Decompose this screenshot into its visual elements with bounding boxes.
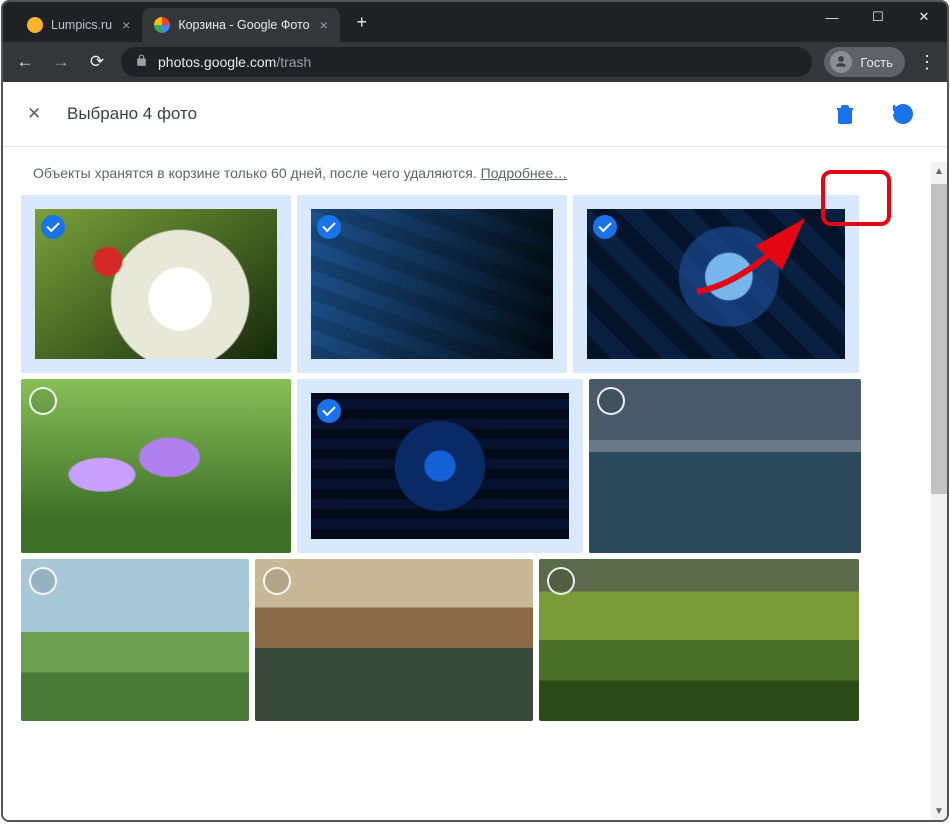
nav-reload-button[interactable]: ⟳: [85, 52, 109, 72]
tab-title: Lumpics.ru: [51, 18, 112, 32]
select-circle-icon[interactable]: [29, 387, 57, 415]
tab-close-icon[interactable]: ×: [320, 17, 328, 33]
browser-toolbar: ← → ⟳ photos.google.com/trash Гость ⋮: [3, 42, 947, 82]
url-host: photos.google.com: [158, 54, 276, 70]
clear-selection-button[interactable]: ✕: [27, 104, 67, 124]
selection-count-text: Выбрано 4 фото: [67, 104, 825, 124]
photo-thumbnail[interactable]: [255, 559, 533, 721]
checkmark-selected-icon[interactable]: [41, 215, 65, 239]
select-circle-icon[interactable]: [263, 567, 291, 595]
photo-image: [21, 379, 291, 553]
trash-notice: Объекты хранятся в корзине только 60 дне…: [3, 147, 947, 195]
select-circle-icon[interactable]: [547, 567, 575, 595]
tab-close-icon[interactable]: ×: [122, 17, 130, 33]
nav-forward-button[interactable]: →: [49, 52, 73, 72]
photo-thumbnail[interactable]: [21, 195, 291, 373]
window-maximize-button[interactable]: ☐: [855, 2, 901, 32]
selection-toolbar: ✕ Выбрано 4 фото: [3, 82, 947, 147]
checkmark-selected-icon[interactable]: [593, 215, 617, 239]
scroll-down-icon[interactable]: ▼: [931, 802, 947, 820]
url-path: /trash: [276, 54, 311, 70]
profile-guest-chip[interactable]: Гость: [824, 47, 905, 77]
checkmark-selected-icon[interactable]: [317, 399, 341, 423]
photo-thumbnail[interactable]: [573, 195, 859, 373]
window-minimize-button[interactable]: —: [809, 2, 855, 32]
favicon-lumpics: [27, 17, 43, 33]
browser-tab-google-photos[interactable]: Корзина - Google Фото ×: [142, 8, 339, 42]
notice-text: Объекты хранятся в корзине только 60 дне…: [33, 165, 481, 181]
scrollbar[interactable]: ▲ ▼: [931, 162, 947, 820]
photo-thumbnail[interactable]: [297, 379, 583, 553]
photo-thumbnail[interactable]: [539, 559, 859, 721]
new-tab-button[interactable]: +: [348, 8, 376, 36]
browser-tab-lumpics[interactable]: Lumpics.ru ×: [15, 8, 142, 42]
favicon-google-photos: [154, 17, 170, 33]
photo-thumbnail[interactable]: [589, 379, 861, 553]
browser-menu-button[interactable]: ⋮: [917, 52, 937, 73]
photo-image: [35, 209, 277, 359]
photo-image: [255, 559, 533, 721]
checkmark-selected-icon[interactable]: [317, 215, 341, 239]
nav-back-button[interactable]: ←: [13, 52, 37, 72]
guest-label: Гость: [860, 55, 893, 70]
photo-image: [589, 379, 861, 553]
window-close-button[interactable]: ✕: [901, 2, 947, 32]
photo-thumbnail[interactable]: [21, 379, 291, 553]
select-circle-icon[interactable]: [597, 387, 625, 415]
photo-grid: [3, 195, 947, 721]
photo-thumbnail[interactable]: [297, 195, 567, 373]
delete-forever-button[interactable]: [825, 94, 865, 134]
photo-image: [587, 209, 845, 359]
scroll-thumb[interactable]: [931, 184, 947, 494]
tab-title: Корзина - Google Фото: [178, 18, 309, 32]
select-circle-icon[interactable]: [29, 567, 57, 595]
notice-learn-more-link[interactable]: Подробнее…: [481, 165, 568, 181]
scroll-up-icon[interactable]: ▲: [931, 162, 947, 180]
restore-button[interactable]: [883, 94, 923, 134]
address-bar[interactable]: photos.google.com/trash: [121, 47, 812, 77]
photo-image: [539, 559, 859, 721]
photo-image: [311, 393, 569, 539]
photo-image: [311, 209, 553, 359]
browser-titlebar: — ☐ ✕ Lumpics.ru × Корзина - Google Фото…: [3, 2, 947, 42]
guest-avatar-icon: [830, 51, 852, 73]
lock-icon: [135, 54, 148, 70]
photo-thumbnail[interactable]: [21, 559, 249, 721]
